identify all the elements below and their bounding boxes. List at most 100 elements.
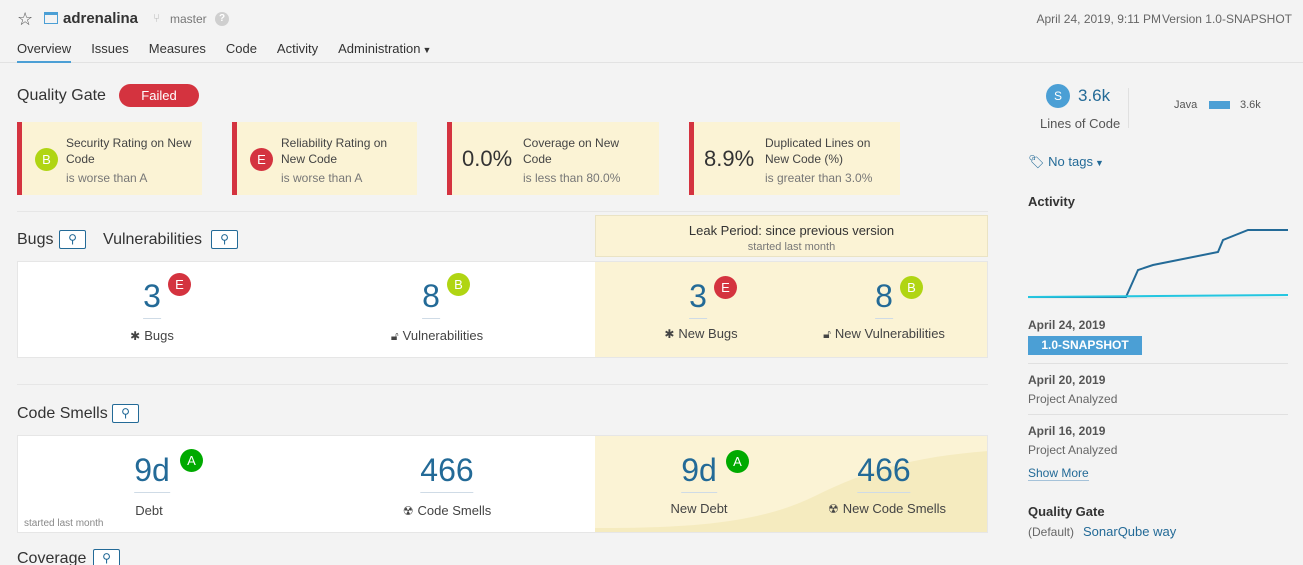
- tab-issues[interactable]: Issues: [91, 41, 129, 63]
- bugs-label: ✱ Bugs: [130, 328, 174, 343]
- language-lines: 3.6k: [1240, 99, 1261, 111]
- leak-period-title: Leak Period: since previous version: [688, 223, 895, 238]
- tab-administration[interactable]: Administration ▼: [338, 41, 431, 63]
- new-code-smells-label: ☢ New Code Smells: [828, 501, 946, 516]
- coverage-section-title: Coverage: [17, 550, 87, 565]
- new-bugs-label-text: New Bugs: [678, 326, 738, 341]
- condition-title-line: Reliability Rating on: [281, 136, 388, 150]
- new-code-smells-value[interactable]: 466: [857, 452, 911, 493]
- condition-threshold: is worse than A: [281, 171, 363, 185]
- coverage-history-link-icon[interactable]: ⚲: [93, 549, 120, 565]
- quality-gate-link[interactable]: SonarQube way: [1083, 524, 1176, 539]
- project-nav: Overview Issues Measures Code Activity A…: [17, 41, 451, 63]
- vulnerabilities-label-text: Vulnerabilities: [402, 328, 484, 343]
- started-last-month-note: started last month: [24, 518, 104, 529]
- analysis-date: April 24, 2019, 9:11 PM: [1036, 12, 1161, 26]
- activity-event-label: Project Analyzed: [1028, 392, 1118, 406]
- debt-value[interactable]: 9d: [134, 452, 170, 493]
- bugs-value[interactable]: 3: [143, 278, 161, 319]
- debt-rating-badge[interactable]: A: [180, 449, 203, 472]
- tab-measures[interactable]: Measures: [149, 41, 206, 63]
- condition-title-line: Duplicated Lines on: [765, 136, 871, 150]
- show-more-link[interactable]: Show More: [1028, 466, 1089, 481]
- caret-down-icon: ▼: [422, 45, 432, 55]
- bugs-history-link-icon[interactable]: ⚲: [59, 230, 86, 249]
- new-bugs-rating-badge[interactable]: E: [714, 276, 737, 299]
- new-vulnerabilities-rating-badge[interactable]: B: [900, 276, 923, 299]
- project-version: Version 1.0-SNAPSHOT: [1161, 12, 1292, 26]
- rating-badge: E: [250, 148, 273, 171]
- tab-code[interactable]: Code: [226, 41, 257, 63]
- new-vulnerabilities-label-text: New Vulnerabilities: [834, 326, 945, 341]
- quality-gate-status-badge: Failed: [119, 84, 199, 107]
- new-bugs-label: ✱ New Bugs: [664, 326, 737, 341]
- lines-of-code-label: Lines of Code: [1040, 116, 1121, 131]
- project-icon: [44, 12, 58, 24]
- version-tag: 1.0-SNAPSHOT: [1028, 336, 1142, 355]
- vulnerabilities-label: 🔓︎ Vulnerabilities: [391, 328, 483, 344]
- bugs-rating-badge[interactable]: E: [168, 273, 191, 296]
- quality-gate-default-label: (Default): [1028, 525, 1075, 539]
- condition-title-line: Security Rating on New: [66, 136, 192, 150]
- help-icon[interactable]: ?: [215, 12, 229, 26]
- condition-value: 0.0%: [462, 146, 513, 171]
- new-bugs-value[interactable]: 3: [689, 278, 707, 319]
- code-smells-history-link-icon[interactable]: ⚲: [112, 404, 139, 423]
- activity-event-date: April 20, 2019: [1028, 373, 1106, 387]
- tags-selector[interactable]: 🏷︎ No tags ▼: [1028, 154, 1104, 170]
- condition-title-line: Coverage on New: [523, 136, 620, 150]
- vulns-history-link-icon[interactable]: ⚲: [211, 230, 238, 249]
- bug-icon: ✱: [130, 329, 141, 343]
- tab-administration-label: Administration: [338, 41, 421, 56]
- tab-activity[interactable]: Activity: [277, 41, 318, 63]
- tab-overview[interactable]: Overview: [17, 41, 72, 63]
- condition-threshold: is worse than A: [66, 171, 148, 185]
- code-smells-label: ☢ Code Smells: [403, 503, 491, 518]
- activity-divider: [1028, 363, 1288, 364]
- activity-event-date: April 24, 2019: [1028, 318, 1106, 332]
- vulnerabilities-value[interactable]: 8: [422, 278, 440, 319]
- new-debt-rating-badge[interactable]: A: [726, 450, 749, 473]
- activity-event-date: April 16, 2019: [1028, 424, 1106, 438]
- activity-divider: [1028, 414, 1288, 415]
- code-smells-value[interactable]: 466: [420, 452, 474, 493]
- qg-condition-security[interactable]: B Security Rating on New Code is worse th…: [17, 122, 202, 195]
- vulns-section-title: Vulnerabilities: [103, 231, 203, 248]
- size-rating-badge: S: [1046, 84, 1070, 108]
- bugs-label-text: Bugs: [144, 328, 174, 343]
- qg-condition-reliability[interactable]: E Reliability Rating on New Code is worse…: [232, 122, 417, 195]
- leak-period-area: [595, 262, 987, 357]
- leak-period-area: [595, 436, 987, 532]
- favorite-star-icon[interactable]: ☆: [17, 9, 33, 30]
- project-name[interactable]: adrenalina: [63, 10, 138, 27]
- lines-of-code-value[interactable]: 3.6k: [1078, 86, 1110, 106]
- activity-event-label: Project Analyzed: [1028, 443, 1118, 457]
- new-debt-value[interactable]: 9d: [681, 452, 717, 493]
- project-header: ☆ adrenalina ⑂ master ? April 24, 2019, …: [0, 0, 1303, 63]
- vulnerabilities-rating-badge[interactable]: B: [447, 273, 470, 296]
- bugs-vulns-panel: 3 E ✱ Bugs 8 B 🔓︎ Vulnerabilities 3 E ✱ New…: [17, 261, 988, 358]
- lock-icon: 🔓︎: [390, 329, 399, 343]
- qg-condition-coverage[interactable]: 0.0% Coverage on New Code is less than 80…: [447, 122, 659, 195]
- language-name: Java: [1174, 99, 1198, 111]
- qg-condition-duplication[interactable]: 8.9% Duplicated Lines on New Code (%) is …: [689, 122, 900, 195]
- bugs-section-title: Bugs: [17, 231, 54, 248]
- lock-icon: 🔓︎: [823, 327, 831, 341]
- code-smell-icon: ☢: [827, 502, 839, 516]
- debt-label: Debt: [135, 503, 163, 518]
- branch-name: master: [170, 12, 207, 26]
- condition-title: Coverage on New Code: [523, 135, 619, 167]
- condition-title-line: New Code: [281, 152, 338, 166]
- new-vulnerabilities-value[interactable]: 8: [875, 278, 893, 319]
- code-smells-label-text: Code Smells: [417, 503, 492, 518]
- condition-title: Security Rating on New Code: [66, 135, 191, 167]
- tags-label: No tags: [1048, 154, 1093, 169]
- condition-title: Duplicated Lines on New Code (%): [765, 135, 870, 167]
- section-divider: [17, 384, 988, 385]
- language-bar: [1209, 101, 1230, 109]
- sidebar-divider: [1128, 88, 1129, 128]
- leak-area-shape: [595, 451, 987, 532]
- activity-graph: [1028, 229, 1288, 299]
- condition-threshold: is greater than 3.0%: [765, 171, 873, 185]
- condition-title-line: Code: [66, 152, 95, 166]
